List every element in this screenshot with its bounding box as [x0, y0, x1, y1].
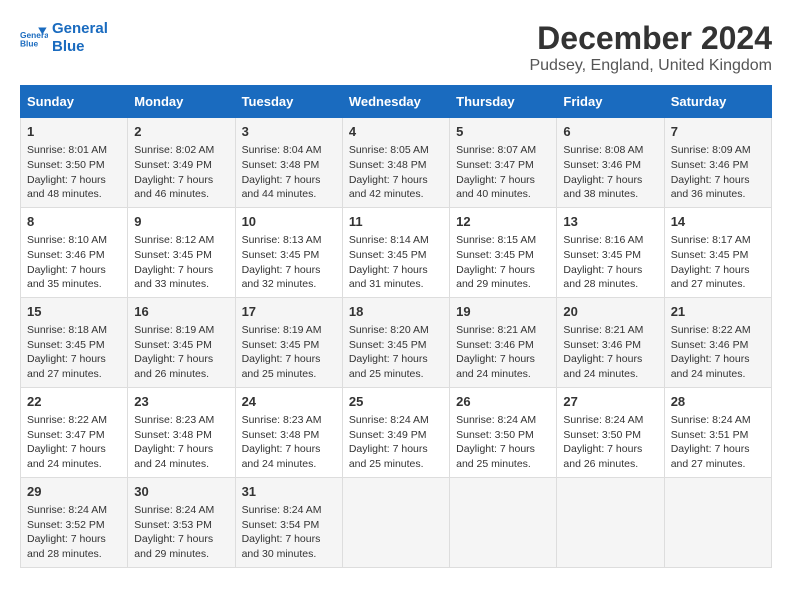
day-number: 8: [27, 213, 121, 231]
day-number: 2: [134, 123, 228, 141]
day-cell: 20Sunrise: 8:21 AMSunset: 3:46 PMDayligh…: [557, 297, 664, 387]
day-cell: 4Sunrise: 8:05 AMSunset: 3:48 PMDaylight…: [342, 118, 449, 208]
week-row-1: 1Sunrise: 8:01 AMSunset: 3:50 PMDaylight…: [21, 118, 772, 208]
day-number: 7: [671, 123, 765, 141]
day-number: 30: [134, 483, 228, 501]
day-number: 19: [456, 303, 550, 321]
day-number: 10: [242, 213, 336, 231]
day-cell: [664, 477, 771, 567]
calendar-table: SundayMondayTuesdayWednesdayThursdayFrid…: [20, 85, 772, 568]
day-cell: 30Sunrise: 8:24 AMSunset: 3:53 PMDayligh…: [128, 477, 235, 567]
week-row-3: 15Sunrise: 8:18 AMSunset: 3:45 PMDayligh…: [21, 297, 772, 387]
day-number: 9: [134, 213, 228, 231]
day-number: 27: [563, 393, 657, 411]
day-cell: [557, 477, 664, 567]
day-number: 15: [27, 303, 121, 321]
day-number: 28: [671, 393, 765, 411]
day-number: 21: [671, 303, 765, 321]
day-cell: [450, 477, 557, 567]
day-number: 12: [456, 213, 550, 231]
day-number: 17: [242, 303, 336, 321]
day-number: 13: [563, 213, 657, 231]
day-number: 18: [349, 303, 443, 321]
day-cell: 29Sunrise: 8:24 AMSunset: 3:52 PMDayligh…: [21, 477, 128, 567]
day-number: 6: [563, 123, 657, 141]
day-cell: 23Sunrise: 8:23 AMSunset: 3:48 PMDayligh…: [128, 387, 235, 477]
day-cell: 15Sunrise: 8:18 AMSunset: 3:45 PMDayligh…: [21, 297, 128, 387]
logo-icon: General Blue: [20, 24, 48, 52]
page-header: General Blue General Blue December 2024 …: [20, 20, 772, 75]
day-cell: 10Sunrise: 8:13 AMSunset: 3:45 PMDayligh…: [235, 207, 342, 297]
week-row-4: 22Sunrise: 8:22 AMSunset: 3:47 PMDayligh…: [21, 387, 772, 477]
day-number: 16: [134, 303, 228, 321]
calendar-body: 1Sunrise: 8:01 AMSunset: 3:50 PMDaylight…: [21, 118, 772, 568]
logo-text-line1: General: [52, 20, 108, 38]
day-cell: 21Sunrise: 8:22 AMSunset: 3:46 PMDayligh…: [664, 297, 771, 387]
day-cell: [342, 477, 449, 567]
header-row: SundayMondayTuesdayWednesdayThursdayFrid…: [21, 86, 772, 118]
day-cell: 13Sunrise: 8:16 AMSunset: 3:45 PMDayligh…: [557, 207, 664, 297]
day-cell: 28Sunrise: 8:24 AMSunset: 3:51 PMDayligh…: [664, 387, 771, 477]
day-cell: 2Sunrise: 8:02 AMSunset: 3:49 PMDaylight…: [128, 118, 235, 208]
day-number: 29: [27, 483, 121, 501]
day-number: 3: [242, 123, 336, 141]
day-number: 23: [134, 393, 228, 411]
day-cell: 31Sunrise: 8:24 AMSunset: 3:54 PMDayligh…: [235, 477, 342, 567]
day-cell: 14Sunrise: 8:17 AMSunset: 3:45 PMDayligh…: [664, 207, 771, 297]
day-cell: 22Sunrise: 8:22 AMSunset: 3:47 PMDayligh…: [21, 387, 128, 477]
logo-text-line2: Blue: [52, 38, 108, 56]
day-cell: 16Sunrise: 8:19 AMSunset: 3:45 PMDayligh…: [128, 297, 235, 387]
logo: General Blue General Blue: [20, 20, 108, 56]
day-cell: 5Sunrise: 8:07 AMSunset: 3:47 PMDaylight…: [450, 118, 557, 208]
day-cell: 9Sunrise: 8:12 AMSunset: 3:45 PMDaylight…: [128, 207, 235, 297]
day-number: 25: [349, 393, 443, 411]
day-cell: 18Sunrise: 8:20 AMSunset: 3:45 PMDayligh…: [342, 297, 449, 387]
day-cell: 26Sunrise: 8:24 AMSunset: 3:50 PMDayligh…: [450, 387, 557, 477]
day-cell: 11Sunrise: 8:14 AMSunset: 3:45 PMDayligh…: [342, 207, 449, 297]
header-cell-monday: Monday: [128, 86, 235, 118]
day-cell: 1Sunrise: 8:01 AMSunset: 3:50 PMDaylight…: [21, 118, 128, 208]
day-cell: 24Sunrise: 8:23 AMSunset: 3:48 PMDayligh…: [235, 387, 342, 477]
day-cell: 6Sunrise: 8:08 AMSunset: 3:46 PMDaylight…: [557, 118, 664, 208]
day-cell: 27Sunrise: 8:24 AMSunset: 3:50 PMDayligh…: [557, 387, 664, 477]
day-number: 5: [456, 123, 550, 141]
day-number: 11: [349, 213, 443, 231]
header-cell-thursday: Thursday: [450, 86, 557, 118]
day-number: 14: [671, 213, 765, 231]
page-subtitle: Pudsey, England, United Kingdom: [529, 57, 772, 75]
day-cell: 12Sunrise: 8:15 AMSunset: 3:45 PMDayligh…: [450, 207, 557, 297]
day-number: 1: [27, 123, 121, 141]
day-cell: 17Sunrise: 8:19 AMSunset: 3:45 PMDayligh…: [235, 297, 342, 387]
title-block: December 2024 Pudsey, England, United Ki…: [529, 20, 772, 75]
day-cell: 3Sunrise: 8:04 AMSunset: 3:48 PMDaylight…: [235, 118, 342, 208]
header-cell-wednesday: Wednesday: [342, 86, 449, 118]
svg-text:Blue: Blue: [20, 38, 38, 48]
day-number: 4: [349, 123, 443, 141]
day-number: 26: [456, 393, 550, 411]
day-cell: 19Sunrise: 8:21 AMSunset: 3:46 PMDayligh…: [450, 297, 557, 387]
day-cell: 7Sunrise: 8:09 AMSunset: 3:46 PMDaylight…: [664, 118, 771, 208]
day-cell: 8Sunrise: 8:10 AMSunset: 3:46 PMDaylight…: [21, 207, 128, 297]
day-cell: 25Sunrise: 8:24 AMSunset: 3:49 PMDayligh…: [342, 387, 449, 477]
week-row-2: 8Sunrise: 8:10 AMSunset: 3:46 PMDaylight…: [21, 207, 772, 297]
header-cell-saturday: Saturday: [664, 86, 771, 118]
day-number: 22: [27, 393, 121, 411]
week-row-5: 29Sunrise: 8:24 AMSunset: 3:52 PMDayligh…: [21, 477, 772, 567]
day-number: 24: [242, 393, 336, 411]
header-cell-friday: Friday: [557, 86, 664, 118]
day-number: 20: [563, 303, 657, 321]
header-cell-tuesday: Tuesday: [235, 86, 342, 118]
day-number: 31: [242, 483, 336, 501]
calendar-header: SundayMondayTuesdayWednesdayThursdayFrid…: [21, 86, 772, 118]
header-cell-sunday: Sunday: [21, 86, 128, 118]
page-title: December 2024: [529, 20, 772, 57]
